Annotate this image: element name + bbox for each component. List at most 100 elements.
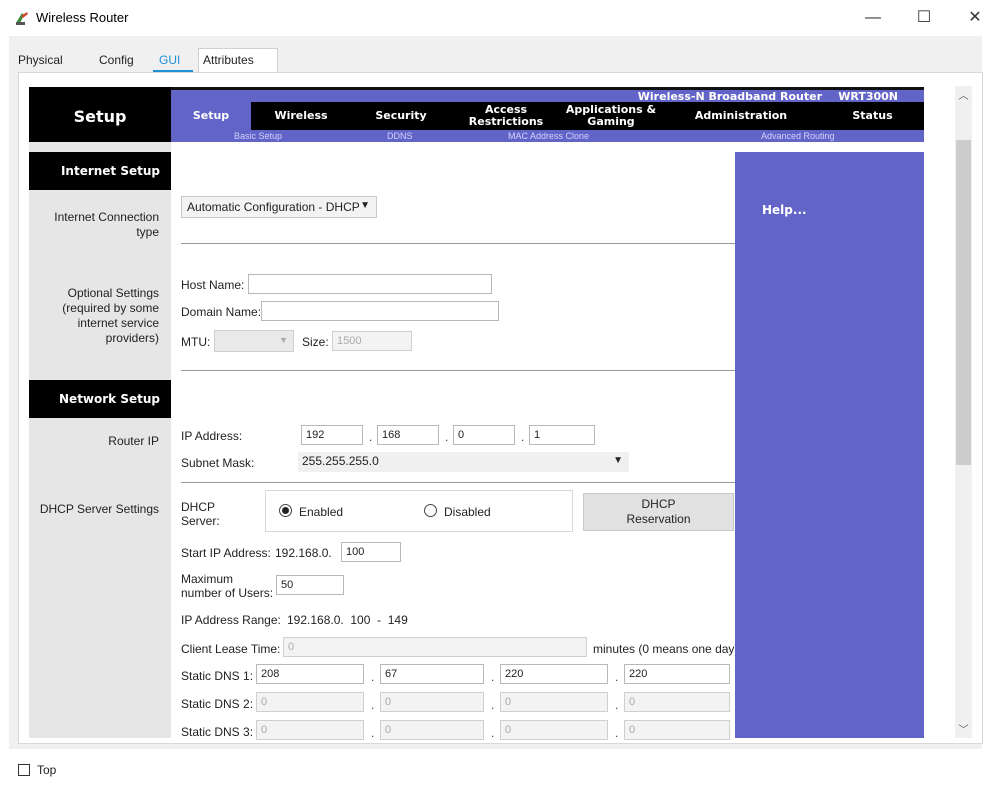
ip-octet-1[interactable]	[301, 425, 363, 445]
dns3-octet-3[interactable]	[500, 720, 608, 740]
start-ip-input[interactable]	[341, 542, 401, 562]
ip-octet-3[interactable]	[453, 425, 515, 445]
label-connection-type: Internet Connection type	[54, 210, 159, 239]
top-checkbox-label: Top	[37, 763, 57, 777]
dhcp-enabled-radio[interactable]	[279, 504, 292, 517]
lease-time-input[interactable]	[283, 637, 587, 657]
help-link[interactable]: Help...	[762, 203, 807, 217]
dns2-octet-1[interactable]	[256, 692, 364, 712]
dhcp-reservation-button[interactable]: DHCP Reservation	[583, 493, 734, 531]
dns1-octet-3[interactable]	[500, 664, 608, 684]
divider	[181, 370, 735, 371]
dns2-label: Static DNS 2:	[181, 697, 254, 711]
nav-wireless[interactable]: Wireless	[251, 102, 351, 130]
label-router-ip: Router IP	[108, 434, 159, 448]
label-dhcp-server-settings: DHCP Server Settings	[39, 502, 159, 516]
dns1-label: Static DNS 1:	[181, 669, 254, 683]
scroll-up-icon[interactable]: ︿	[955, 88, 972, 105]
nav-applications-gaming[interactable]: Applications & Gaming	[561, 102, 661, 130]
dns2-octet-3[interactable]	[500, 692, 608, 712]
label-optional-settings: Optional Settings (required by some inte…	[62, 286, 159, 345]
chevron-down-icon: ▼	[613, 455, 623, 466]
tab-config[interactable]: Config	[99, 48, 134, 72]
dot-separator: .	[615, 670, 619, 684]
dot-separator: .	[445, 430, 449, 444]
dns3-octet-4[interactable]	[624, 720, 730, 740]
dhcp-disabled-label: Disabled	[444, 505, 491, 519]
size-label: Size:	[302, 335, 329, 349]
dot-separator: .	[371, 698, 375, 712]
help-panel	[735, 152, 924, 738]
ip-address-label: IP Address:	[181, 429, 243, 443]
subnet-mask-value: 255.255.255.0	[302, 454, 379, 468]
dot-separator: .	[521, 430, 525, 444]
divider	[181, 243, 735, 244]
main-nav: Setup Wireless Security Access Restricti…	[171, 102, 924, 130]
host-name-label: Host Name:	[181, 278, 245, 292]
ip-range-value: 192.168.0. 100 - 149	[287, 613, 408, 627]
page-title: Setup	[73, 107, 127, 126]
dns3-label: Static DNS 3:	[181, 725, 254, 739]
dns1-octet-4[interactable]	[624, 664, 730, 684]
dns1-octet-1[interactable]	[256, 664, 364, 684]
dot-separator: .	[615, 698, 619, 712]
subnav-ddns[interactable]: DDNS	[387, 130, 413, 142]
nav-security[interactable]: Security	[351, 102, 451, 130]
router-app-icon	[16, 12, 28, 25]
minimize-button[interactable]: —	[858, 6, 888, 30]
nav-status[interactable]: Status	[821, 102, 924, 130]
close-button[interactable]: ✕	[960, 6, 990, 30]
scroll-down-icon[interactable]: ﹀	[955, 722, 972, 739]
sub-nav: Basic Setup DDNS MAC Address Clone Advan…	[171, 130, 924, 142]
nav-setup[interactable]: Setup	[171, 102, 251, 130]
nav-administration[interactable]: Administration	[661, 102, 821, 130]
lease-time-label: Client Lease Time:	[181, 642, 281, 656]
dns3-octet-1[interactable]	[256, 720, 364, 740]
top-checkbox[interactable]	[18, 764, 30, 776]
domain-name-input[interactable]	[261, 301, 499, 321]
dot-separator: .	[491, 670, 495, 684]
radio-selected-dot	[282, 507, 289, 514]
dhcp-disabled-radio[interactable]	[424, 504, 437, 517]
dot-separator: .	[371, 726, 375, 740]
dns2-octet-4[interactable]	[624, 692, 730, 712]
ip-octet-2[interactable]	[377, 425, 439, 445]
connection-type-select[interactable]: Automatic Configuration - DHCP ▼	[181, 196, 377, 218]
dns1-octet-2[interactable]	[380, 664, 484, 684]
mtu-select[interactable]: ▼	[214, 330, 294, 352]
connection-type-value: Automatic Configuration - DHCP	[187, 200, 360, 214]
chevron-down-icon: ▼	[360, 200, 370, 211]
device-tabs: Physical Config GUI Attributes	[18, 48, 318, 73]
dns2-octet-2[interactable]	[380, 692, 484, 712]
tab-physical[interactable]: Physical	[18, 48, 63, 72]
section-network-setup: Network Setup	[29, 380, 171, 418]
dhcp-server-label: DHCP Server:	[181, 500, 220, 528]
maximize-button[interactable]: ☐	[909, 6, 939, 30]
domain-name-label: Domain Name:	[181, 305, 262, 319]
max-users-input[interactable]	[276, 575, 344, 595]
window-title: Wireless Router	[36, 10, 129, 25]
mtu-label: MTU:	[181, 335, 211, 349]
dot-separator: .	[369, 430, 373, 444]
tab-gui[interactable]: GUI	[159, 48, 180, 72]
mtu-size-input[interactable]	[332, 331, 412, 351]
divider	[181, 482, 735, 483]
dhcp-server-radio-group: Enabled Disabled	[265, 490, 573, 532]
subnav-advanced-routing[interactable]: Advanced Routing	[761, 130, 835, 142]
ip-range-label: IP Address Range:	[181, 613, 281, 627]
title-bar	[0, 0, 991, 36]
dhcp-enabled-label: Enabled	[299, 505, 344, 519]
host-name-input[interactable]	[248, 274, 492, 294]
max-users-label: Maximum number of Users:	[181, 572, 274, 600]
tab-attributes[interactable]: Attributes	[203, 48, 254, 72]
subnav-basic-setup[interactable]: Basic Setup	[234, 130, 282, 142]
nav-access-restrictions[interactable]: Access Restrictions	[451, 102, 561, 130]
subnet-mask-select[interactable]: 255.255.255.0 ▼	[298, 452, 629, 472]
dot-separator: .	[491, 726, 495, 740]
dns3-octet-2[interactable]	[380, 720, 484, 740]
scrollbar-thumb[interactable]	[956, 140, 971, 465]
dot-separator: .	[491, 698, 495, 712]
dot-separator: .	[371, 670, 375, 684]
subnav-mac-address-clone[interactable]: MAC Address Clone	[508, 130, 589, 142]
ip-octet-4[interactable]	[529, 425, 595, 445]
